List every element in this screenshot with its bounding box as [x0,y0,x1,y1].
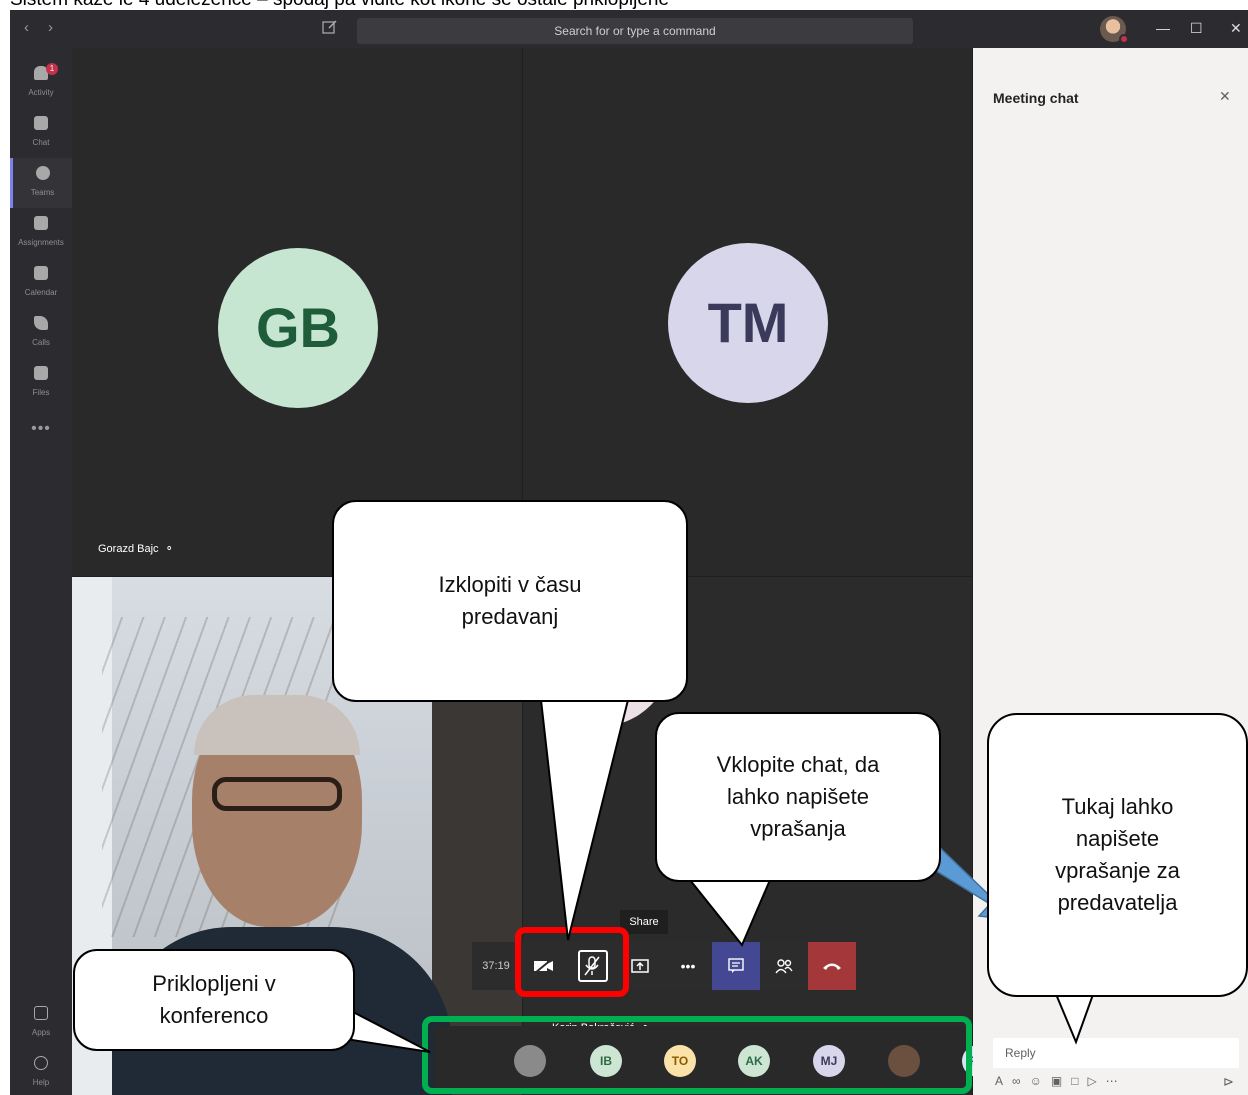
izklopiti-tail [539,699,630,941]
callout-tukaj: Tukaj lahko napišete vprašanje za predav… [987,713,1248,997]
callout-priklopljeni: Priklopljeni v konferenco [73,949,355,1051]
callout-vklopite: Vklopite chat, da lahko napišete vprašan… [655,712,941,882]
callout-text: Priklopljeni v konferenco [152,971,276,1028]
page: Sistem kaže le 4 udeležence – spodaj pa … [0,0,1248,1095]
callout-text: Tukaj lahko napišete vprašanje za predav… [1055,794,1180,915]
callout-text: Izklopiti v času predavanj [438,572,582,629]
callout-text: Vklopite chat, da lahko napišete vprašan… [716,752,880,841]
vklopite-tail [687,879,772,947]
callout-izklopiti: Izklopiti v času predavanj [332,500,688,702]
